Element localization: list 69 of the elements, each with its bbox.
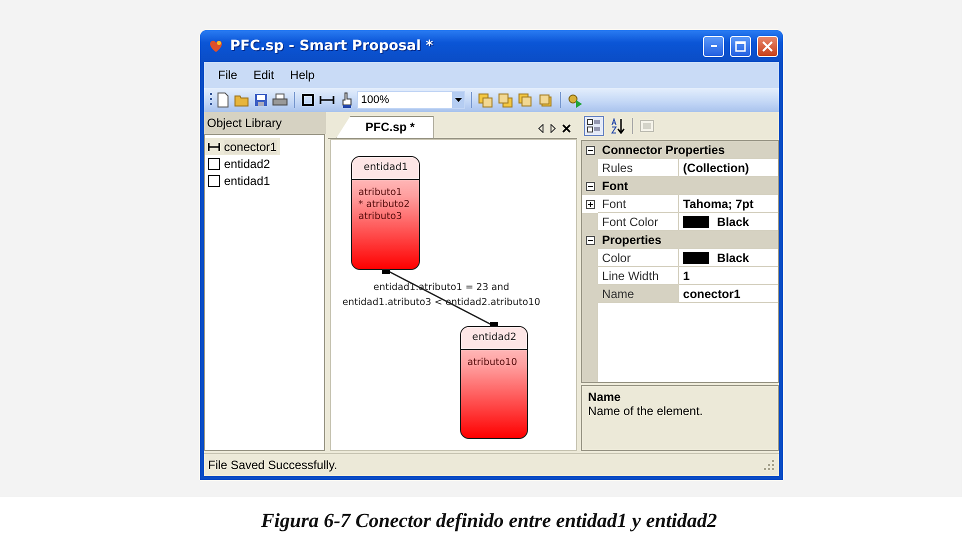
menu-item[interactable]: Help bbox=[284, 66, 321, 84]
folder-icon[interactable] bbox=[234, 93, 250, 107]
sort-icon bbox=[611, 118, 626, 134]
property-name[interactable]: Font bbox=[598, 195, 680, 213]
rectangle-icon bbox=[208, 158, 220, 170]
expand-icon[interactable] bbox=[586, 200, 595, 208]
collapse-icon[interactable] bbox=[586, 146, 595, 154]
category-title: Font bbox=[601, 179, 628, 193]
print-icon[interactable] bbox=[272, 93, 288, 107]
close-icon bbox=[762, 40, 773, 52]
zoom-field[interactable]: 100% bbox=[357, 91, 465, 109]
send-to-back-icon[interactable] bbox=[498, 92, 514, 108]
resize-grip-icon[interactable] bbox=[763, 459, 775, 471]
view-button[interactable] bbox=[584, 116, 604, 136]
grip-icon bbox=[209, 92, 212, 108]
attribute-text: atributo3 bbox=[357, 211, 402, 223]
run-icon[interactable] bbox=[567, 92, 583, 108]
menu-item[interactable]: File bbox=[212, 66, 244, 84]
entity-box[interactable]: entidad2 atributo10 bbox=[460, 326, 528, 439]
attribute-text: * atributo2 bbox=[357, 199, 410, 211]
attribute-text: atributo10 bbox=[466, 357, 518, 369]
property-value[interactable]: conector1 bbox=[683, 286, 740, 300]
status-text: File Saved Successfully. bbox=[208, 458, 338, 472]
minimize-button[interactable] bbox=[703, 36, 724, 56]
property-name[interactable]: Name bbox=[598, 285, 680, 303]
list-item[interactable]: entidad1 bbox=[224, 174, 270, 188]
property-value[interactable]: Tahoma; 7pt bbox=[683, 196, 754, 210]
attribute-text: atributo1 bbox=[357, 187, 402, 199]
property-value[interactable]: Black bbox=[717, 250, 750, 264]
maximize-icon bbox=[735, 40, 746, 52]
app-icon bbox=[208, 39, 224, 53]
category-title: Properties bbox=[601, 233, 662, 247]
menu-item[interactable]: Edit bbox=[247, 66, 280, 84]
rectangle-icon bbox=[208, 174, 220, 186]
bring-to-front-icon[interactable] bbox=[478, 92, 494, 108]
property-value[interactable]: 1 bbox=[683, 268, 690, 282]
entity-box[interactable]: entidad1 atributo1 * atributo2 atributo3 bbox=[351, 156, 420, 270]
list-item[interactable]: conector1 bbox=[224, 140, 277, 154]
property-pages-icon bbox=[640, 120, 654, 132]
property-name[interactable]: Color bbox=[598, 249, 680, 267]
document-tab[interactable]: PFC.sp * bbox=[336, 116, 434, 138]
categorized-icon bbox=[587, 119, 602, 133]
close-button[interactable] bbox=[757, 36, 778, 56]
close-icon[interactable] bbox=[562, 124, 572, 132]
property-value[interactable]: (Collection) bbox=[683, 160, 750, 174]
connector-icon[interactable] bbox=[319, 93, 335, 107]
scroll-right-icon[interactable] bbox=[550, 124, 556, 132]
scroll-left-icon[interactable] bbox=[538, 124, 544, 132]
collapse-icon[interactable] bbox=[586, 182, 595, 190]
new-file-icon[interactable] bbox=[216, 92, 230, 108]
dropdown-arrow-icon bbox=[454, 98, 462, 102]
minimize-icon bbox=[710, 45, 716, 47]
figure-caption: Figura 6-7 Conector definido entre entidad1 y entidad2 bbox=[260, 510, 718, 532]
list-item[interactable]: entidad2 bbox=[224, 156, 270, 170]
category-title: Connector Properties bbox=[601, 143, 725, 157]
maximize-button[interactable] bbox=[730, 36, 751, 56]
send-backward-icon[interactable] bbox=[538, 92, 554, 108]
description-title: Name bbox=[588, 390, 621, 404]
property-value[interactable]: Black bbox=[717, 214, 750, 228]
entity-name: entidad1 bbox=[352, 157, 420, 180]
window-title: PFC.sp - Smart Proposal * bbox=[230, 38, 434, 54]
entity-name: entidad2 bbox=[461, 327, 528, 350]
panel-title: Object Library bbox=[204, 112, 326, 134]
bring-forward-icon[interactable] bbox=[518, 92, 534, 108]
collapse-icon[interactable] bbox=[586, 236, 595, 244]
description-text: Name of the element. bbox=[588, 404, 703, 418]
connector-icon bbox=[208, 142, 220, 152]
save-icon[interactable] bbox=[254, 93, 268, 107]
rectangle-icon[interactable] bbox=[301, 93, 315, 107]
